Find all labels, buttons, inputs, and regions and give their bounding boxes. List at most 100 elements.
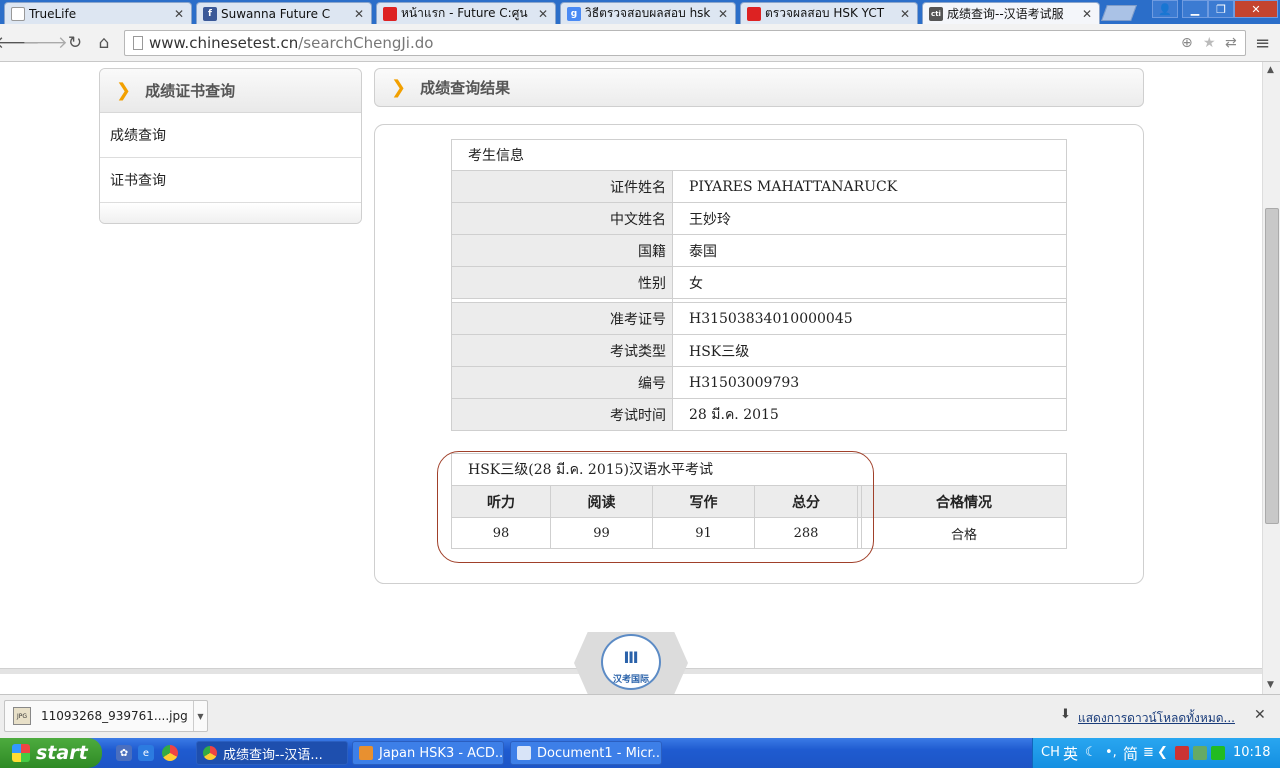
translate-icon[interactable]: ⇄ bbox=[1225, 35, 1237, 51]
china-flag-icon bbox=[747, 6, 761, 21]
close-icon[interactable]: ✕ bbox=[1254, 707, 1266, 723]
header-pass-status: 合格情况 bbox=[861, 485, 1067, 518]
page-icon bbox=[11, 6, 25, 21]
ime-script[interactable]: 简 bbox=[1123, 743, 1138, 764]
score-table: HSK三级(28 มี.ค. 2015)汉语水平考试 听力 阅读 写作 总分 合… bbox=[451, 453, 1067, 549]
ime-mode[interactable]: 英 bbox=[1063, 743, 1078, 764]
reload-button[interactable]: ↻ bbox=[64, 32, 86, 54]
download-bar: JPG 11093268_939761....jpg ▼ ⬇ แสดงการดา… bbox=[0, 694, 1280, 738]
close-window-button[interactable]: ✕ bbox=[1234, 0, 1278, 18]
image-viewer-icon bbox=[359, 746, 373, 760]
table-row: 考试时间 28 มี.ค. 2015 bbox=[451, 398, 1067, 431]
show-all-downloads-link[interactable]: แสดงการดาวน์โหลดทั้งหมด... bbox=[1078, 709, 1235, 728]
network-icon[interactable] bbox=[1193, 746, 1207, 760]
close-icon[interactable]: ✕ bbox=[899, 7, 911, 21]
minimize-button[interactable]: ▁ bbox=[1182, 0, 1208, 18]
china-flag-icon bbox=[383, 6, 397, 21]
tab-suwanna[interactable]: f Suwanna Future C ✕ bbox=[196, 2, 372, 24]
menu-icon[interactable]: ≡ bbox=[1255, 33, 1270, 54]
sidebar-item-score-query[interactable]: 成绩查询 bbox=[100, 113, 361, 158]
task-chrome[interactable]: 成绩查询--汉语... bbox=[196, 741, 348, 765]
punctuation-icon[interactable]: •, bbox=[1105, 745, 1117, 760]
chevron-down-icon[interactable]: ▼ bbox=[193, 701, 207, 731]
result-panel: 考生信息 证件姓名 PIYARES MAHATTANARUCK 中文姓名 王妙玲… bbox=[374, 124, 1144, 584]
close-icon[interactable]: ✕ bbox=[1081, 7, 1093, 21]
tab-title: หน้าแรก - Future C:ศูน bbox=[401, 6, 528, 20]
tab-truelife[interactable]: TrueLife ✕ bbox=[4, 2, 192, 24]
tab-strip: TrueLife ✕ f Suwanna Future C ✕ หน้าแรก … bbox=[0, 0, 1280, 24]
tab-title: วิธีตรวจสอบผลสอบ hsk bbox=[585, 6, 711, 20]
tab-hsk-howto[interactable]: g วิธีตรวจสอบผลสอบ hsk ✕ bbox=[560, 2, 736, 24]
table-row: 编号 H31503009793 bbox=[451, 366, 1067, 399]
profile-icon[interactable]: 👤 bbox=[1152, 0, 1178, 18]
tray-menu-icon[interactable]: ≣ bbox=[1143, 745, 1154, 760]
taskbar: start ✿ e 成绩查询--汉语... Japan HSK3 - ACD..… bbox=[0, 738, 1280, 768]
moon-icon[interactable]: ☾ bbox=[1085, 745, 1097, 760]
security-check-icon[interactable] bbox=[1211, 746, 1225, 760]
task-label: Japan HSK3 - ACD... bbox=[379, 745, 504, 761]
table-row: 中文姓名 王妙玲 bbox=[451, 202, 1067, 235]
field-value: HSK三级 bbox=[672, 334, 1067, 367]
score-reading: 99 bbox=[550, 517, 653, 549]
sidebar-footer bbox=[100, 203, 361, 223]
close-icon[interactable]: ✕ bbox=[717, 7, 729, 21]
zoom-icon[interactable]: ⊕ bbox=[1181, 35, 1193, 51]
new-tab-button[interactable] bbox=[1101, 5, 1137, 21]
tab-future-c[interactable]: หน้าแรก - Future C:ศูน ✕ bbox=[376, 2, 556, 24]
ie-icon[interactable]: e bbox=[138, 745, 154, 761]
field-value: PIYARES MAHATTANARUCK bbox=[672, 170, 1067, 203]
antivirus-icon[interactable] bbox=[1175, 746, 1189, 760]
task-word[interactable]: Document1 - Micr... bbox=[510, 741, 662, 765]
download-item[interactable]: JPG 11093268_939761....jpg ▼ bbox=[4, 700, 208, 732]
field-label: 编号 bbox=[451, 366, 673, 399]
scroll-up-icon[interactable]: ▲ bbox=[1267, 65, 1274, 75]
tab-chinesetest[interactable]: cti 成绩查询--汉语考试服 ✕ bbox=[922, 2, 1100, 24]
scrollbar-thumb[interactable] bbox=[1265, 208, 1279, 524]
tab-title: TrueLife bbox=[29, 6, 77, 21]
chrome-icon[interactable] bbox=[162, 745, 178, 761]
header-writing: 写作 bbox=[652, 485, 755, 518]
table-row: 考试类型 HSK三级 bbox=[451, 334, 1067, 367]
score-caption: HSK三级(28 มี.ค. 2015)汉语水平考试 bbox=[451, 453, 1067, 486]
field-value: 28 มี.ค. 2015 bbox=[672, 398, 1067, 431]
google-icon: g bbox=[567, 6, 581, 21]
table-row: 性别 女 bbox=[451, 266, 1067, 299]
address-bar[interactable]: www.chinesetest.cn/searchChengJi.do ⊕ ★ … bbox=[124, 30, 1246, 56]
score-writing: 91 bbox=[652, 517, 755, 549]
task-acdsee[interactable]: Japan HSK3 - ACD... bbox=[352, 741, 504, 765]
restore-button[interactable]: ❐ bbox=[1208, 0, 1234, 18]
close-icon[interactable]: ✕ bbox=[537, 7, 549, 21]
field-label: 考试类型 bbox=[451, 334, 673, 367]
field-label: 准考证号 bbox=[451, 302, 673, 335]
pass-status: 合格 bbox=[861, 517, 1067, 549]
windows-logo-icon bbox=[12, 744, 30, 762]
download-arrow-icon: ⬇ bbox=[1060, 707, 1071, 722]
forward-button[interactable]: 🡒 bbox=[22, 32, 68, 54]
field-label: 考试时间 bbox=[451, 398, 673, 431]
result-title: 成绩查询结果 bbox=[420, 79, 511, 97]
system-tray: CH 英 ☾ •, 简 ≣ ❮ 10:18 bbox=[1032, 738, 1280, 768]
table-row: 准考证号 H31503834010000045 bbox=[451, 302, 1067, 335]
page-icon bbox=[133, 36, 143, 50]
field-value: H31503009793 bbox=[672, 366, 1067, 399]
tab-hsk-yct[interactable]: ตรวจผลสอบ HSK YCT ✕ bbox=[740, 2, 918, 24]
sidebar-item-certificate-query[interactable]: 证书查询 bbox=[100, 158, 361, 203]
candidate-info-table: 考生信息 证件姓名 PIYARES MAHATTANARUCK 中文姓名 王妙玲… bbox=[451, 139, 1067, 431]
input-language[interactable]: CH bbox=[1041, 745, 1060, 760]
header-reading: 阅读 bbox=[550, 485, 653, 518]
table-row: 证件姓名 PIYARES MAHATTANARUCK bbox=[451, 170, 1067, 203]
page-scrollbar[interactable]: ▲ ▼ bbox=[1262, 62, 1280, 694]
close-icon[interactable]: ✕ bbox=[173, 7, 185, 21]
tab-title: Suwanna Future C bbox=[221, 6, 331, 21]
chevron-left-icon[interactable]: ❮ bbox=[1157, 745, 1168, 760]
quicklaunch-app-icon[interactable]: ✿ bbox=[116, 745, 132, 761]
home-button[interactable]: ⌂ bbox=[93, 32, 115, 54]
download-file-name: 11093268_939761....jpg bbox=[41, 709, 188, 723]
field-label: 国籍 bbox=[451, 234, 673, 267]
star-icon[interactable]: ★ bbox=[1203, 35, 1216, 51]
sidebar-title: 成绩证书查询 bbox=[145, 82, 236, 100]
scroll-down-icon[interactable]: ▼ bbox=[1267, 680, 1274, 690]
close-icon[interactable]: ✕ bbox=[353, 7, 365, 21]
chevron-right-icon: ❯ bbox=[391, 76, 407, 98]
start-button[interactable]: start bbox=[0, 738, 102, 768]
